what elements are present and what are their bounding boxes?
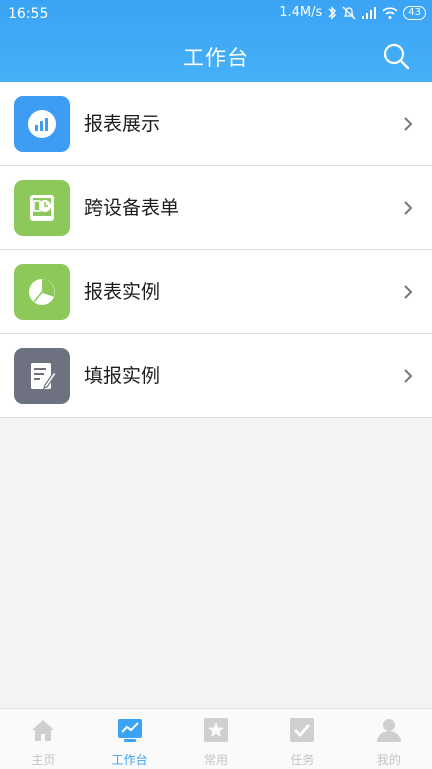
menu-item-report-examples[interactable]: 报表实例 xyxy=(0,250,432,334)
menu-item-label: 报表实例 xyxy=(84,281,161,303)
bluetooth-icon xyxy=(328,5,337,20)
status-time: 16:55 xyxy=(8,6,49,22)
tab-home[interactable]: 主页 xyxy=(0,709,86,769)
tab-label: 常用 xyxy=(204,753,229,767)
menu-item-label: 填报实例 xyxy=(84,365,161,387)
workbench-menu: 报表展示 跨设备表单 报表实例 填报实例 xyxy=(0,82,432,418)
wifi-icon xyxy=(382,6,398,19)
tab-label: 工作台 xyxy=(111,753,148,767)
signal-icon xyxy=(362,6,377,19)
workbench-icon xyxy=(117,719,142,742)
app-header: 16:55 1.4M/s 43 工作台 xyxy=(0,0,432,82)
menu-item-report-display[interactable]: 报表展示 xyxy=(0,82,432,166)
bottom-tab-bar: 主页 工作台 常用 任务 我的 xyxy=(0,708,432,769)
tab-favorites[interactable]: 常用 xyxy=(173,709,259,769)
status-bar: 16:55 1.4M/s 43 xyxy=(0,0,432,28)
mute-icon xyxy=(342,6,356,19)
chevron-right-icon xyxy=(404,285,413,299)
tab-workbench[interactable]: 工作台 xyxy=(86,709,172,769)
report-chart-icon xyxy=(14,96,70,152)
tab-profile[interactable]: 我的 xyxy=(346,709,432,769)
network-speed: 1.4M/s xyxy=(279,5,323,20)
menu-item-label: 报表展示 xyxy=(84,113,161,135)
profile-icon xyxy=(376,719,401,742)
home-icon xyxy=(32,720,55,741)
tab-label: 主页 xyxy=(31,753,56,767)
menu-item-fill-examples[interactable]: 填报实例 xyxy=(0,334,432,418)
status-indicators: 1.4M/s 43 xyxy=(279,5,426,20)
tab-label: 我的 xyxy=(376,753,401,767)
page-title: 工作台 xyxy=(183,46,249,70)
pie-chart-icon xyxy=(14,264,70,320)
star-icon xyxy=(204,718,229,742)
menu-item-cross-device-form[interactable]: 跨设备表单 xyxy=(0,166,432,250)
chevron-right-icon xyxy=(404,117,413,131)
chevron-right-icon xyxy=(404,369,413,383)
task-check-icon xyxy=(290,718,315,742)
tab-tasks[interactable]: 任务 xyxy=(259,709,345,769)
tab-label: 任务 xyxy=(290,753,315,767)
menu-item-label: 跨设备表单 xyxy=(84,197,180,219)
edit-document-icon xyxy=(14,348,70,404)
search-icon[interactable] xyxy=(382,42,410,70)
chevron-right-icon xyxy=(404,201,413,215)
device-clock-icon xyxy=(14,180,70,236)
battery-indicator: 43 xyxy=(403,5,426,20)
